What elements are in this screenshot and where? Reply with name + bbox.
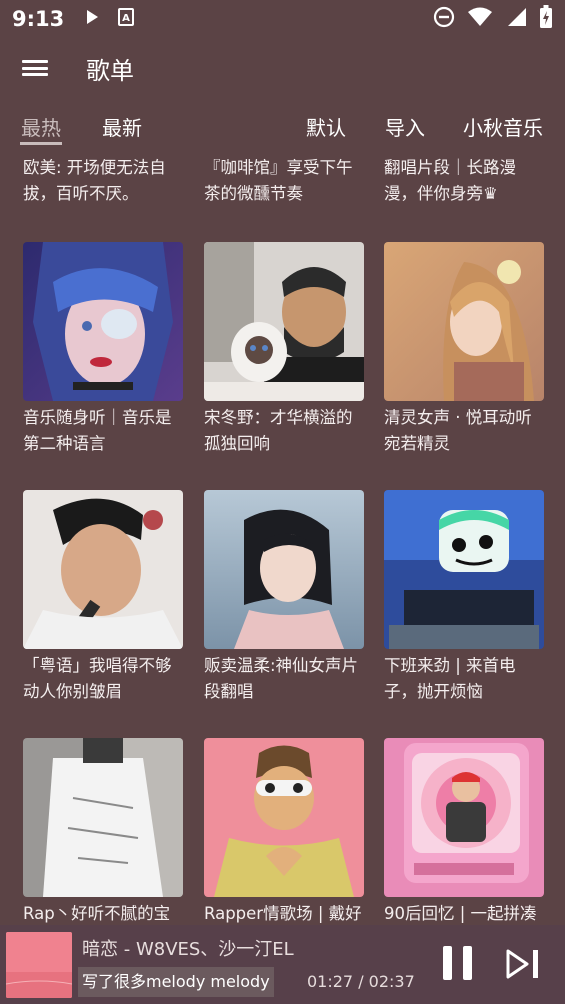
playlist-title: 下班来劲 | 来首电子，抛开烦恼 [384,656,516,701]
mini-player[interactable]: 暗恋 - W8VES、沙一汀EL 写了很多melody melody 01:27… [0,925,565,1004]
app-a-icon: A [118,8,135,30]
battery-icon [539,5,553,33]
playlist-card[interactable]: 翻唱片段｜长路漫漫，伴你身旁♛ [384,155,544,207]
playlist-cover [23,242,183,401]
playlist-cover [204,490,364,649]
tab-import[interactable]: 导入 [385,112,425,141]
tab-hottest[interactable]: 最热 [21,112,61,141]
playlist-card[interactable]: 「粤语」我唱得不够动人你别皱眉 [23,490,183,705]
app-bar: 歌单 [0,40,565,96]
playlist-grid: 欧美: 开场便无法自拔，百听不厌。 『咖啡馆』享受下午茶的微醺节奏 翻唱片段｜长… [0,150,565,925]
playback-time: 01:27 / 02:37 [307,972,415,991]
playlist-title: 宋冬野：才华横溢的孤独回响 [204,408,353,453]
playlist-title: 音乐随身听｜音乐是第二种语言 [23,408,172,453]
playlist-card[interactable]: 清灵女声 · 悦耳动听宛若精灵 [384,242,544,457]
tab-default[interactable]: 默认 [306,112,346,141]
playlist-card[interactable]: 下班来劲 | 来首电子，抛开烦恼 [384,490,544,705]
now-playing-cover [6,932,72,998]
playlist-title: 90后回忆 | 一起拼凑 [384,904,537,923]
status-time: 9:13 [12,7,65,31]
playlist-title: 「粤语」我唱得不够动人你别皱眉 [23,656,172,701]
pause-icon[interactable] [441,946,477,982]
page-title: 歌单 [86,56,134,85]
playlist-title: 『咖啡馆』享受下午茶的微醺节奏 [204,158,353,203]
playlist-cover [204,738,364,897]
playlist-cover [23,490,183,649]
playlist-title: 欧美: 开场便无法自拔，百听不厌。 [23,158,166,203]
tab-xiaoqiu-music[interactable]: 小秋音乐 [463,112,543,141]
now-playing-title: 暗恋 - W8VES、沙一汀EL [82,939,294,960]
hamburger-menu-icon[interactable] [0,40,70,96]
tab-bar: 最热 最新 默认 导入 小秋音乐 [0,104,565,148]
now-playing-lyric: 写了很多melody melody [78,967,274,997]
playlist-title: 贩卖温柔:神仙女声片段翻唱 [204,656,359,701]
playlist-card[interactable]: Rapper情歌场 | 戴好 [204,738,364,925]
playlist-card[interactable]: 宋冬野：才华横溢的孤独回响 [204,242,364,457]
playlist-card[interactable]: 贩卖温柔:神仙女声片段翻唱 [204,490,364,705]
playlist-title: 清灵女声 · 悦耳动听宛若精灵 [384,408,532,453]
playlist-cover [23,738,183,897]
do-not-disturb-icon [433,6,455,32]
play-icon [84,9,100,29]
playlist-title: Rap丶好听不腻的宝 [23,904,171,923]
svg-text:A: A [122,13,130,24]
playlist-cover [384,242,544,401]
tab-newest[interactable]: 最新 [102,112,142,141]
playlist-title: Rapper情歌场 | 戴好 [204,904,362,923]
playlist-card[interactable]: 音乐随身听｜音乐是第二种语言 [23,242,183,457]
status-bar: 9:13 A [0,0,565,38]
playlist-title: 翻唱片段｜长路漫漫，伴你身旁♛ [384,158,516,203]
playlist-card[interactable]: Rap丶好听不腻的宝 [23,738,183,925]
playlist-card[interactable]: 欧美: 开场便无法自拔，百听不厌。 [23,155,183,207]
playlist-cover [204,242,364,401]
wifi-icon [467,7,493,31]
playlist-cover [384,738,544,897]
playlist-card[interactable]: 『咖啡馆』享受下午茶的微醺节奏 [204,155,364,207]
signal-icon [505,7,527,31]
skip-next-icon[interactable] [505,946,545,982]
playlist-cover [384,490,544,649]
active-tab-indicator [20,142,62,145]
playlist-card[interactable]: 90后回忆 | 一起拼凑 [384,738,544,925]
